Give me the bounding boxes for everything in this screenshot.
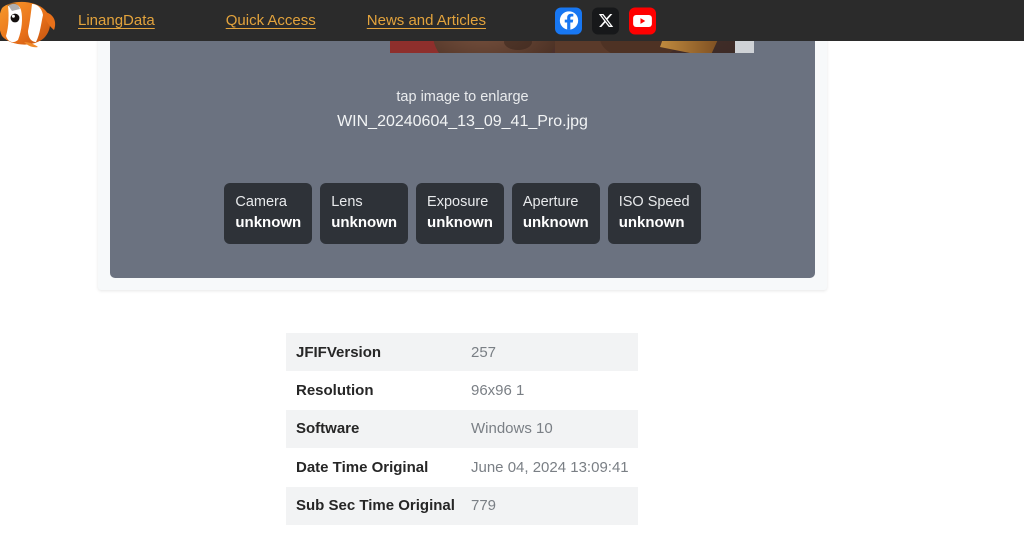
exif-card-value: unknown xyxy=(619,212,690,233)
exif-card-camera: Camera unknown xyxy=(224,183,312,244)
table-cell-value: 257 xyxy=(471,344,496,361)
table-row: Sub Sec Time Original 779 xyxy=(286,487,638,525)
table-cell-key: Software xyxy=(296,420,471,437)
exif-card-value: unknown xyxy=(235,212,301,233)
nav-links: LinangData Quick Access News and Article… xyxy=(78,12,486,29)
file-name-label: WIN_20240604_13_09_41_Pro.jpg xyxy=(110,113,815,131)
nav-link-linangdata[interactable]: LinangData xyxy=(78,12,155,29)
exif-card-value: unknown xyxy=(427,212,493,233)
exif-card-iso-speed: ISO Speed unknown xyxy=(608,183,701,244)
table-row: JFIFVersion 257 xyxy=(286,333,638,371)
top-navigation-bar: LinangData Quick Access News and Article… xyxy=(0,0,1024,41)
social-links xyxy=(555,7,656,34)
exif-card-lens: Lens unknown xyxy=(320,183,408,244)
exif-card-label: Camera xyxy=(235,192,301,212)
exif-summary-cards: Camera unknown Lens unknown Exposure unk… xyxy=(110,183,815,244)
table-cell-value: Windows 10 xyxy=(471,420,553,437)
exif-card-label: Aperture xyxy=(523,192,589,212)
exif-card-label: ISO Speed xyxy=(619,192,690,212)
tap-to-enlarge-caption: tap image to enlarge xyxy=(110,89,815,105)
table-cell-value: June 04, 2024 13:09:41 xyxy=(471,459,629,476)
table-cell-key: Date Time Original xyxy=(296,459,471,476)
table-cell-key: JFIFVersion xyxy=(296,344,471,361)
youtube-icon[interactable] xyxy=(629,7,656,34)
nav-link-quick-access[interactable]: Quick Access xyxy=(226,12,316,29)
exif-card-value: unknown xyxy=(523,212,589,233)
site-logo[interactable] xyxy=(0,0,58,50)
page-root: tap image to enlarge WIN_20240604_13_09_… xyxy=(0,0,1024,539)
exif-card-aperture: Aperture unknown xyxy=(512,183,600,244)
table-row: Resolution 96x96 1 xyxy=(286,371,638,409)
table-cell-key: Sub Sec Time Original xyxy=(296,497,471,514)
facebook-icon[interactable] xyxy=(555,7,582,34)
exif-card-exposure: Exposure unknown xyxy=(416,183,504,244)
exif-card-label: Lens xyxy=(331,192,397,212)
x-twitter-icon[interactable] xyxy=(592,7,619,34)
nav-link-news-and-articles[interactable]: News and Articles xyxy=(367,12,486,29)
table-cell-key: Resolution xyxy=(296,382,471,399)
metadata-table: JFIFVersion 257 Resolution 96x96 1 Softw… xyxy=(286,333,638,525)
table-row: Date Time Original June 04, 2024 13:09:4… xyxy=(286,448,648,486)
clownfish-logo-icon xyxy=(0,0,58,50)
table-cell-value: 779 xyxy=(471,497,496,514)
table-cell-value: 96x96 1 xyxy=(471,382,524,399)
image-viewer-panel: tap image to enlarge WIN_20240604_13_09_… xyxy=(110,0,815,278)
exif-card-value: unknown xyxy=(331,212,397,233)
exif-card-label: Exposure xyxy=(427,192,493,212)
table-row: Software Windows 10 xyxy=(286,410,638,448)
